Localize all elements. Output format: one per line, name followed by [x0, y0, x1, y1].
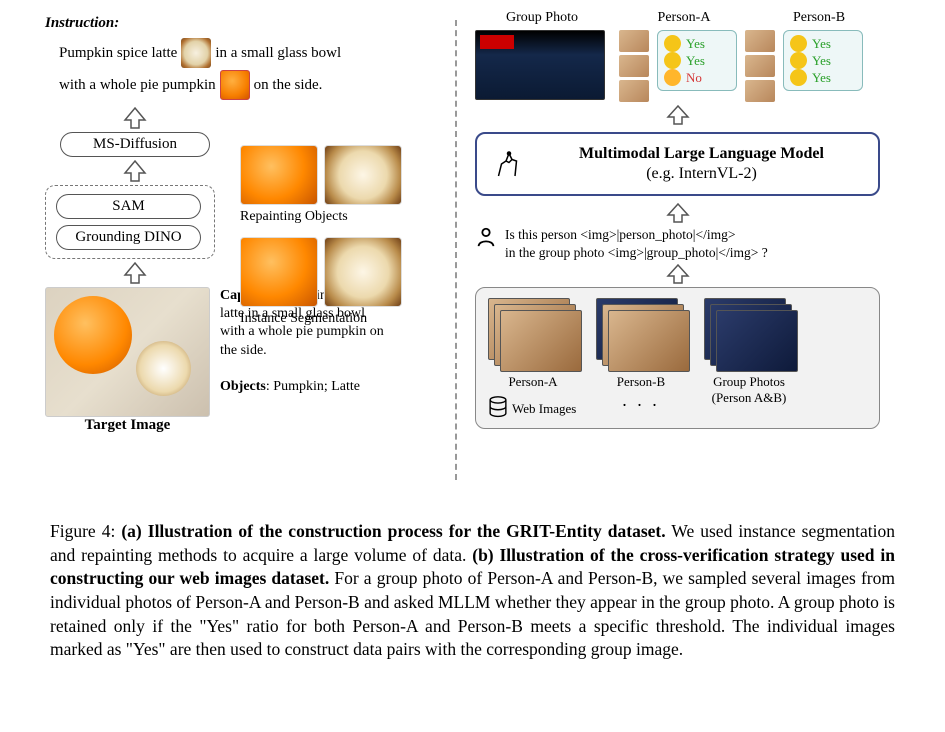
result-yes: Yes — [686, 53, 705, 69]
target-image-label: Target Image — [45, 417, 210, 434]
instance-pumpkin-thumb — [240, 237, 318, 307]
repaint-pumpkin-thumb — [240, 145, 318, 205]
segmentation-group: SAM Grounding DINO — [45, 185, 215, 259]
mllm-box: Multimodal Large Language Model (e.g. In… — [475, 132, 880, 196]
group-photos-stack — [704, 298, 794, 370]
sample-face-icon — [745, 30, 775, 52]
person-b-stack — [596, 298, 686, 370]
instance-latte-thumb — [324, 237, 402, 307]
stack-label-group: Group Photos (Person A&B) — [704, 374, 794, 406]
result-no: No — [686, 70, 702, 86]
smile-icon — [790, 52, 807, 69]
person-b-samples — [745, 30, 775, 102]
database-icon — [488, 396, 508, 418]
group-photo-image — [475, 30, 605, 100]
repainting-label: Repainting Objects — [240, 209, 450, 225]
result-yes: Yes — [686, 36, 705, 52]
web-images-label: Web Images — [512, 401, 576, 416]
smile-icon — [664, 35, 681, 52]
frown-icon — [664, 69, 681, 86]
up-arrow-icon — [475, 202, 880, 224]
top-labels-row: Group Photo Person-A Person-B — [475, 10, 905, 26]
sample-face-icon — [619, 30, 649, 52]
up-arrow-icon — [475, 104, 880, 126]
pumpkin-thumb-icon — [220, 70, 250, 100]
caption-part-a-title: (a) Illustration of the construction pro… — [121, 521, 665, 541]
instruction-block: Instruction: Pumpkin spice latte in a sm… — [45, 10, 445, 100]
thumbnails-column: Repainting Objects Instance Segmentation — [240, 145, 450, 339]
smile-icon — [790, 69, 807, 86]
group-photo-label: Group Photo — [475, 10, 609, 26]
panel-divider — [455, 20, 457, 480]
mllm-title: Multimodal Large Language Model (e.g. In… — [539, 144, 864, 184]
query-row: Is this person <img>|person_photo|</img>… — [475, 226, 905, 261]
latte-thumb-icon — [181, 38, 211, 68]
sample-face-icon — [745, 80, 775, 102]
person-a-label: Person-A — [609, 10, 759, 26]
llama-rider-icon — [491, 146, 527, 182]
stack-label-pb: Person-B — [596, 374, 686, 390]
sample-face-icon — [619, 55, 649, 77]
person-a-stack — [488, 298, 578, 370]
panel-a: Instruction: Pumpkin spice latte in a sm… — [45, 10, 445, 490]
query-text: Is this person <img>|person_photo|</img>… — [505, 226, 768, 261]
smile-icon — [664, 52, 681, 69]
person-b-label: Person-B — [759, 10, 879, 26]
person-icon — [475, 226, 497, 248]
result-yes: Yes — [812, 36, 831, 52]
panel-b: Group Photo Person-A Person-B Yes Yes No — [475, 10, 905, 490]
smile-icon — [790, 35, 807, 52]
pumpkin-icon — [54, 296, 132, 374]
web-images-box: Person-A Web Images Person-B . . . — [475, 287, 880, 429]
sample-face-icon — [619, 80, 649, 102]
person-a-results: Yes Yes No — [657, 30, 737, 91]
result-yes: Yes — [812, 70, 831, 86]
sam-box: SAM — [56, 194, 201, 219]
repaint-latte-thumb — [324, 145, 402, 205]
result-yes: Yes — [812, 53, 831, 69]
instr-text: with a whole pie pumpkin — [59, 72, 216, 98]
figure-number: Figure 4: — [50, 521, 121, 541]
instr-text: in a small glass bowl — [215, 40, 341, 66]
latte-icon — [136, 341, 191, 396]
instr-text: Pumpkin spice latte — [59, 40, 177, 66]
up-arrow-icon — [45, 261, 225, 285]
msdiffusion-box: MS-Diffusion — [60, 132, 210, 157]
objects-text: : Pumpkin; Latte — [266, 379, 360, 394]
grounding-dino-box: Grounding DINO — [56, 225, 201, 250]
instruction-header: Instruction: — [45, 15, 119, 31]
objects-label: Objects — [220, 379, 266, 394]
person-a-samples — [619, 30, 649, 102]
sample-face-icon — [745, 55, 775, 77]
instance-seg-label: Instance Segmentation — [240, 311, 450, 327]
mllm-subtitle: (e.g. InternVL-2) — [539, 164, 864, 184]
figure-area: Instruction: Pumpkin spice latte in a sm… — [0, 0, 945, 500]
up-arrow-icon — [45, 106, 225, 130]
up-arrow-icon — [475, 263, 880, 285]
person-b-results: Yes Yes Yes — [783, 30, 863, 91]
up-arrow-icon — [45, 159, 225, 183]
ellipsis: . . . — [596, 390, 686, 411]
target-image — [45, 287, 210, 417]
instr-text: on the side. — [254, 72, 323, 98]
figure-caption: Figure 4: (a) Illustration of the constr… — [50, 520, 895, 662]
stack-label-pa: Person-A — [488, 374, 578, 390]
